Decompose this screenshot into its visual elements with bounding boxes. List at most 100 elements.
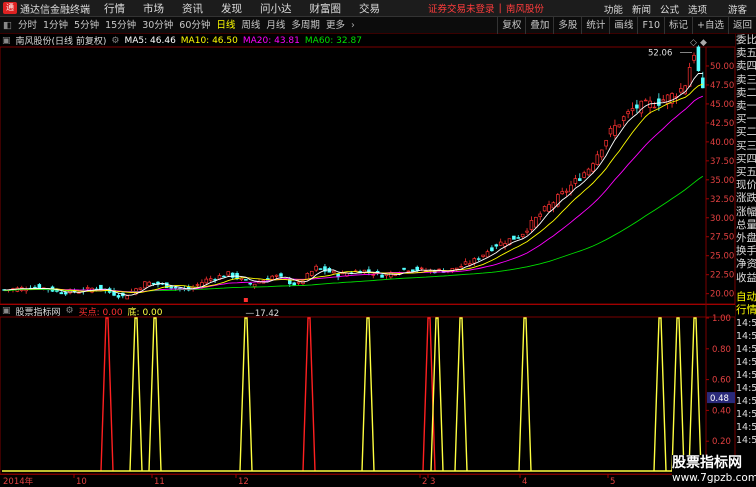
candle-body [402, 267, 406, 270]
candle-body [244, 279, 248, 281]
low-price-label: 17.42 [255, 309, 279, 319]
candle-body [55, 290, 59, 292]
candle-body [692, 54, 696, 61]
candle-body [173, 286, 178, 289]
event-marker-icon [243, 298, 248, 302]
candle-body [696, 46, 701, 72]
candle-body [204, 278, 209, 284]
sidebar-item: 总量 [736, 218, 756, 231]
price-tick-label: 42.50 [710, 119, 734, 129]
sub-tick-label: 0.60 [712, 376, 731, 386]
price-tick-label: 30.00 [710, 214, 734, 224]
settings-icon[interactable]: ⚙ [111, 36, 119, 46]
candle-body [481, 254, 485, 257]
watermark-title: 股票指标网 [672, 455, 742, 471]
ma20-line [4, 95, 703, 293]
month-label: 11 [154, 477, 165, 487]
month-label: 12 [238, 477, 249, 487]
chart-expand-icon[interactable]: ◇ [690, 38, 697, 48]
price-tick-label: 40.00 [710, 138, 734, 148]
candle-body [635, 104, 639, 109]
candle-body [608, 128, 613, 135]
sidebar-item: 卖五 [736, 47, 756, 60]
indicator-name[interactable]: 股票指标网 [16, 305, 61, 318]
candle-body [138, 287, 143, 290]
sidebar-item: 卖二 [736, 86, 756, 99]
price-tick-label: 20.00 [710, 290, 734, 300]
sidebar-item: 买四 [736, 152, 756, 165]
sub-settings-icon[interactable]: ⚙ [66, 306, 74, 316]
candle-body [274, 274, 279, 277]
sidebar-time: 14:56 [736, 331, 756, 343]
sub-tick-label: 1.00 [712, 314, 731, 324]
kline-chart[interactable]: 50.00 47.50 45.00 42.50 40.00 37.50 35.00 32.50… [0, 0, 735, 487]
buy-value: 买点: 0.00 [78, 307, 123, 318]
candle-body [279, 273, 283, 277]
candle-body [270, 275, 274, 280]
candle-body [63, 292, 68, 295]
sub-panel-toggle-icon[interactable]: ▣ [2, 306, 11, 316]
price-tick-label: 32.50 [710, 195, 734, 205]
candle-body [652, 106, 657, 109]
sidebar-item: 卖一 [736, 100, 756, 113]
signal-spike [518, 317, 532, 472]
candle-body [419, 267, 424, 270]
sidebar-time: 14:56 [736, 318, 756, 330]
ma60-line [4, 175, 704, 293]
price-tick-label: 27.50 [710, 233, 734, 243]
month-label: 10 [76, 477, 87, 487]
candle-body [485, 251, 490, 258]
candle-body [613, 125, 617, 136]
candle-body [538, 213, 543, 218]
panel-toggle-icon[interactable]: ▣ [2, 36, 11, 46]
candle-body [309, 270, 314, 276]
year-label: 2014年 [3, 476, 34, 487]
candle-body [222, 275, 226, 278]
quote-sidebar: 委比 卖五 卖四 卖三 卖二 卖一 买一 买二 买三 买四 买五 现价 涨跌 涨幅 总量 外盘 换手 净资 收益 自… [735, 34, 756, 487]
candle-body [208, 278, 213, 281]
candle-body [657, 98, 661, 106]
month-label: 4 [522, 477, 527, 487]
sub-tick-label: 0.20 [712, 437, 731, 447]
candle-body [406, 270, 411, 273]
sidebar-item: 卖四 [736, 60, 756, 73]
sidebar-auto[interactable]: 自动 [736, 291, 756, 304]
candle-body [151, 282, 156, 285]
stock-label: 南风股份(日线 前复权) [15, 37, 107, 47]
candle-body [296, 281, 301, 284]
candle-body [459, 266, 463, 268]
candle-body [125, 295, 129, 300]
signal-spike [129, 317, 143, 472]
sidebar-market[interactable]: 行情 [736, 304, 756, 317]
candle-body [318, 268, 323, 270]
candle-body [147, 281, 151, 286]
candle-body [226, 271, 231, 276]
candle-body [494, 244, 499, 247]
ma10-value: MA10: 46.50 [180, 35, 238, 46]
price-tick-label: 47.50 [710, 81, 734, 91]
candle-body [542, 206, 547, 212]
candle-body [639, 100, 644, 114]
candle-body [415, 266, 419, 271]
candle-body [476, 258, 481, 260]
watermark: 股票指标网 www.7gpzb.com [672, 455, 756, 487]
candle-body [389, 272, 393, 278]
signal-spike [100, 317, 114, 472]
candle-body [630, 108, 635, 112]
candle-body [380, 274, 384, 278]
candle-body [595, 154, 600, 165]
signal-spike [653, 317, 667, 472]
candle-body [520, 233, 525, 237]
candle-body [578, 178, 582, 181]
sidebar-item: 收益 [736, 271, 756, 284]
ma60-value: MA60: 32.87 [304, 35, 362, 46]
sidebar-item: 买二 [736, 126, 756, 139]
candle-body [604, 140, 608, 147]
signal-spike [671, 317, 685, 472]
chart-more-icon[interactable]: ◆ [700, 38, 707, 48]
candle-body [116, 295, 121, 298]
candle-body [411, 269, 415, 272]
ma10-line [4, 83, 703, 294]
sidebar-item: 买五 [736, 166, 756, 179]
price-tick-label: 50.00 [710, 62, 734, 72]
